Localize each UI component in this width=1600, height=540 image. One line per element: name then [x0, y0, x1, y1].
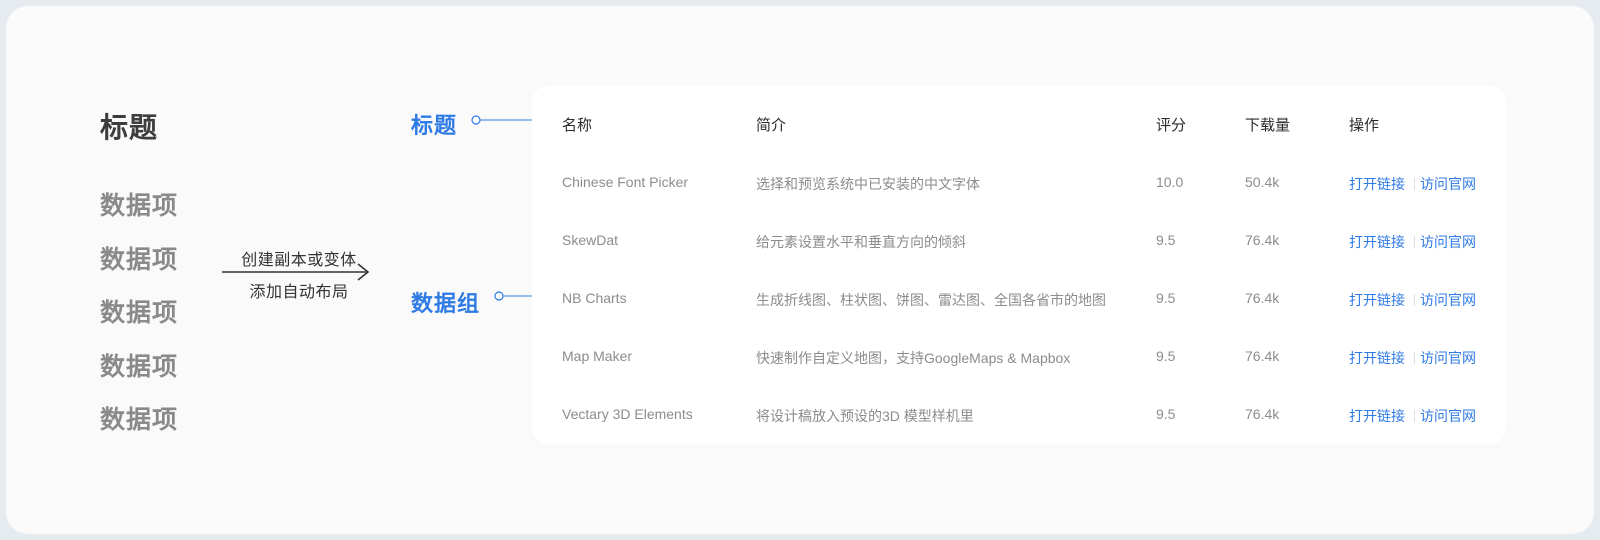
row-name: Chinese Font Picker: [562, 174, 689, 190]
left-data-item: 数据项: [100, 351, 179, 381]
left-item-list: 数据项 数据项 数据项 数据项 数据项: [100, 186, 178, 454]
row-score: 9.5: [1156, 290, 1176, 306]
row-downloads: 76.4k: [1245, 348, 1280, 364]
row-score: 9.5: [1156, 348, 1176, 364]
header-score: 评分: [1156, 117, 1187, 134]
action-divider: [1414, 410, 1415, 422]
left-data-item: 数据项: [100, 191, 179, 220]
arrow-caption-bottom: 添加自动布局: [249, 282, 349, 301]
left-data-item: 数据项: [100, 244, 179, 274]
row-desc: 将设计稿放入预设的3D 模型样机里: [756, 408, 974, 424]
row-name: NB Charts: [562, 290, 627, 306]
row-desc: 给元素设置水平和垂直方向的倾斜: [756, 234, 966, 250]
left-title: 标题: [100, 111, 159, 144]
open-link-button[interactable]: 打开链接: [1349, 348, 1405, 368]
row-downloads: 76.4k: [1245, 406, 1280, 422]
row-score: 10.0: [1156, 174, 1184, 190]
visit-site-button[interactable]: 访问官网: [1420, 232, 1476, 252]
row-desc: 生成折线图、柱状图、饼图、雷达图、全国各省市的地图: [756, 292, 1106, 308]
row-name: Map Maker: [562, 348, 633, 364]
visit-site-button[interactable]: 访问官网: [1420, 348, 1476, 368]
canvas-frame: 标题 数据项 数据项 数据项 数据项 数据项 创建副本或变体 添加自动布局 标题…: [6, 6, 1594, 534]
visit-site-button[interactable]: 访问官网: [1420, 174, 1476, 194]
open-link-button[interactable]: 打开链接: [1349, 290, 1405, 310]
row-downloads: 76.4k: [1245, 290, 1280, 306]
header-desc: 简介: [756, 117, 787, 134]
action-divider: [1414, 178, 1415, 190]
header-actions: 操作: [1349, 117, 1380, 134]
action-divider: [1414, 294, 1415, 306]
left-data-item: 数据项: [100, 405, 179, 434]
annotation-title-label: 标题: [411, 114, 458, 139]
header-downloads: 下载量: [1245, 117, 1291, 134]
row-name: SkewDat: [562, 232, 619, 248]
action-divider: [1414, 352, 1415, 364]
open-link-button[interactable]: 打开链接: [1349, 174, 1405, 194]
visit-site-button[interactable]: 访问官网: [1420, 290, 1476, 310]
row-desc: 选择和预览系统中已安装的中文字体: [756, 176, 980, 192]
header-name: 名称: [562, 117, 593, 134]
row-downloads: 76.4k: [1245, 232, 1280, 248]
open-link-button[interactable]: 打开链接: [1349, 232, 1405, 252]
row-name: Vectary 3D Elements: [562, 406, 693, 422]
action-divider: [1414, 236, 1415, 248]
row-score: 9.5: [1156, 232, 1176, 248]
row-score: 9.5: [1156, 406, 1176, 422]
row-desc: 快速制作自定义地图，支持GoogleMaps & Mapbox: [756, 350, 1071, 366]
plugin-table: 名称 简介 评分 下载量 操作 Chinese Font Picker 选择和预…: [532, 86, 1506, 444]
open-link-button[interactable]: 打开链接: [1349, 406, 1405, 426]
visit-site-button[interactable]: 访问官网: [1420, 406, 1476, 426]
left-data-item: 数据项: [100, 298, 179, 327]
row-downloads: 50.4k: [1245, 174, 1280, 190]
